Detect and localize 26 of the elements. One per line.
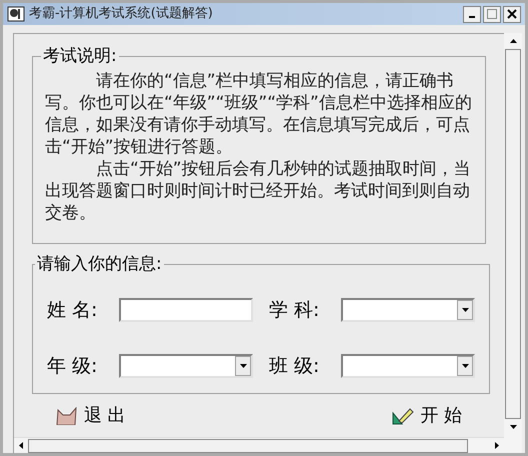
vertical-scrollbar[interactable] [504,33,522,453]
minimize-icon [469,16,475,18]
horizontal-scrollbar[interactable] [14,437,504,453]
group-title: 考试说明: [42,45,118,68]
close-button[interactable] [503,6,521,22]
pencil-ruler-icon [392,406,414,424]
group-title: 请输入你的信息: [36,253,163,276]
instruction-paragraph: 点击“开始”按钮后会有几秒钟的试题抽取时间，当出现答题窗口时则时间计时已经开始。考试时间到则自动交卷。 [45,158,472,224]
minimize-button[interactable] [463,6,481,22]
dropdown-field[interactable] [341,354,475,378]
dropdown-field[interactable] [341,298,475,322]
exit-button[interactable]: 退 出 [56,402,126,429]
close-icon [507,9,517,19]
dropdown-field[interactable] [119,354,253,378]
app-icon [7,6,25,22]
field-label: 学 科: [269,298,320,322]
start-button[interactable]: 开 始 [392,402,462,429]
field-label: 年 级: [47,354,98,379]
window-title: 考霸-计算机考试系统(试题解答) [29,5,214,24]
field-label: 姓 名: [47,298,98,322]
scrollbar-thumb[interactable] [505,49,521,419]
field-label: 班 级: [269,354,320,379]
maximize-icon [487,9,497,19]
scrollbar-thumb[interactable] [28,438,468,452]
instruction-paragraph: 请在你的“信息”栏中填写相应的信息，请正确书写。你也可以在“年级”“班级”“学科”信息栏中选择相应的信息，如果没有请你手动填写。在信息填写完成后，可点击“开始”按钮进行答题。 [45,70,473,158]
name-input[interactable] [119,298,253,322]
